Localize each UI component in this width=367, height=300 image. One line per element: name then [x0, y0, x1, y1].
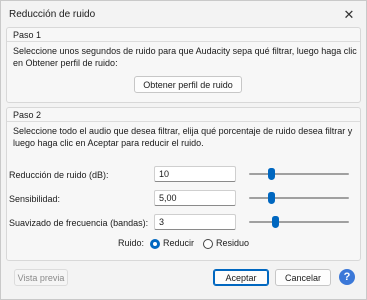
title-bar: Reducción de ruido ✕: [1, 1, 366, 29]
accept-button[interactable]: Aceptar: [213, 269, 269, 286]
step1-group: Paso 1 Seleccione unos segundos de ruido…: [6, 27, 361, 103]
get-noise-profile-button[interactable]: Obtener perfil de ruido: [134, 76, 242, 93]
slider-thumb[interactable]: [268, 168, 275, 180]
divider: [7, 41, 360, 42]
noise-reduction-dialog: Reducción de ruido ✕ Paso 1 Seleccione u…: [0, 0, 367, 300]
noise-label: Ruido:: [118, 238, 145, 248]
divider: [7, 121, 360, 122]
step1-title: Paso 1: [13, 30, 42, 40]
slider-thumb[interactable]: [268, 192, 275, 204]
residue-radio-label[interactable]: Residuo: [216, 238, 249, 248]
close-icon[interactable]: ✕: [332, 1, 366, 29]
help-icon[interactable]: ?: [339, 269, 355, 285]
frequency-smoothing-slider[interactable]: [249, 216, 349, 228]
step2-title: Paso 2: [13, 110, 42, 120]
frequency-smoothing-input[interactable]: 3: [154, 214, 236, 230]
noise-reduction-input[interactable]: 10: [154, 166, 236, 182]
preview-button[interactable]: Vista previa: [14, 269, 68, 286]
step1-description: Seleccione unos segundos de ruido para q…: [13, 46, 357, 68]
step2-description: Seleccione todo el audio que desea filtr…: [13, 126, 353, 148]
sensitivity-label: Sensibilidad:: [9, 194, 61, 204]
slider-thumb[interactable]: [272, 216, 279, 228]
sensitivity-slider[interactable]: [249, 192, 349, 204]
noise-reduction-label: Reducción de ruido (dB):: [9, 170, 109, 180]
cancel-button[interactable]: Cancelar: [275, 269, 331, 286]
residue-radio[interactable]: [203, 239, 213, 249]
window-title: Reducción de ruido: [9, 9, 96, 20]
noise-reduction-slider[interactable]: [249, 168, 349, 180]
reduce-radio-label[interactable]: Reducir: [163, 238, 194, 248]
sensitivity-input[interactable]: 5,00: [154, 190, 236, 206]
frequency-smoothing-label: Suavizado de frecuencia (bandas):: [9, 218, 149, 228]
reduce-radio[interactable]: [150, 239, 160, 249]
